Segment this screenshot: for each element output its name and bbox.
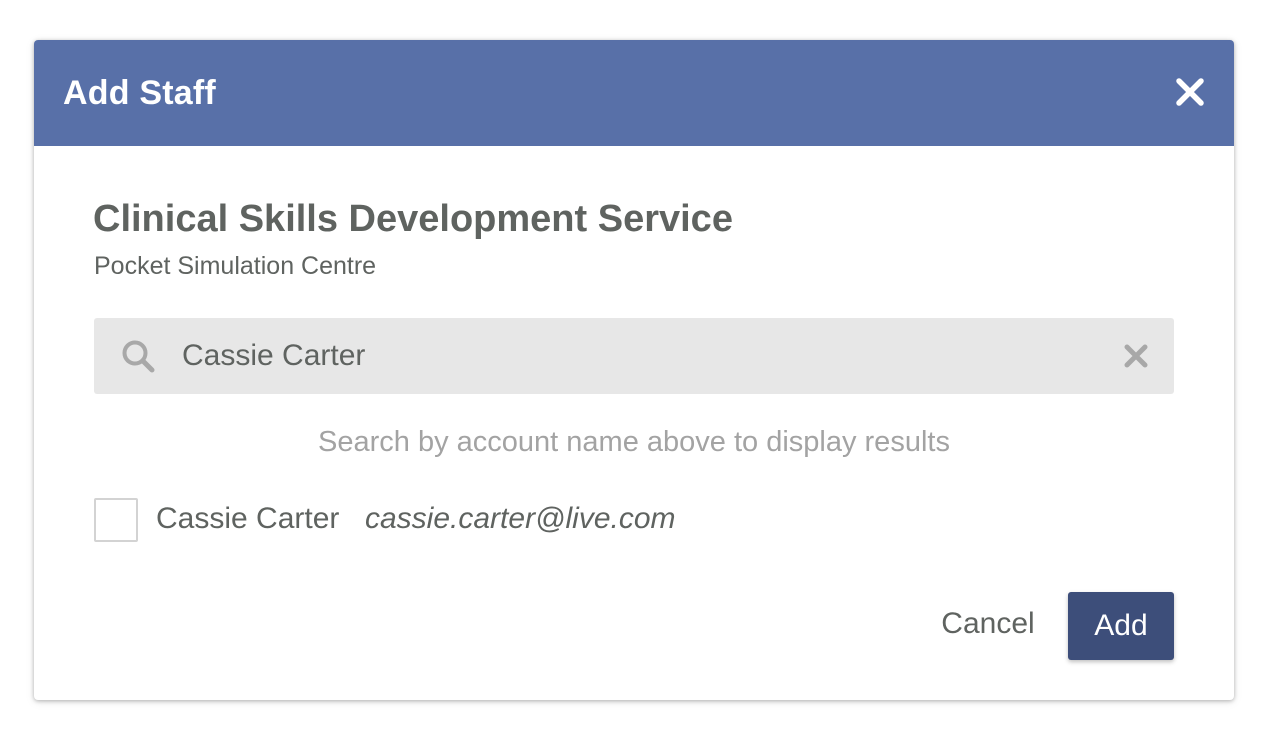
dialog-header: Add Staff bbox=[34, 40, 1234, 146]
dialog-title: Add Staff bbox=[63, 74, 216, 112]
search-input[interactable] bbox=[182, 336, 1082, 376]
add-button[interactable]: Add bbox=[1068, 592, 1174, 660]
clear-icon bbox=[1124, 344, 1148, 368]
result-checkbox[interactable] bbox=[94, 498, 138, 542]
search-hint: Search by account name above to display … bbox=[318, 426, 950, 458]
result-row[interactable]: Cassie Carter cassie.carter@live.com bbox=[94, 498, 994, 542]
search-icon bbox=[122, 340, 155, 373]
close-button[interactable] bbox=[1172, 74, 1208, 110]
result-name: Cassie Carter bbox=[156, 502, 340, 535]
clear-search-button[interactable] bbox=[1122, 342, 1150, 370]
organization-subtitle: Pocket Simulation Centre bbox=[94, 252, 377, 280]
result-email: cassie.carter@live.com bbox=[365, 502, 676, 535]
organization-name: Clinical Skills Development Service bbox=[93, 198, 733, 240]
search-box bbox=[94, 318, 1174, 394]
close-icon bbox=[1176, 78, 1204, 106]
cancel-button[interactable]: Cancel bbox=[930, 592, 1046, 656]
add-staff-dialog: Add Staff Clinical Skills Development Se… bbox=[34, 40, 1234, 700]
